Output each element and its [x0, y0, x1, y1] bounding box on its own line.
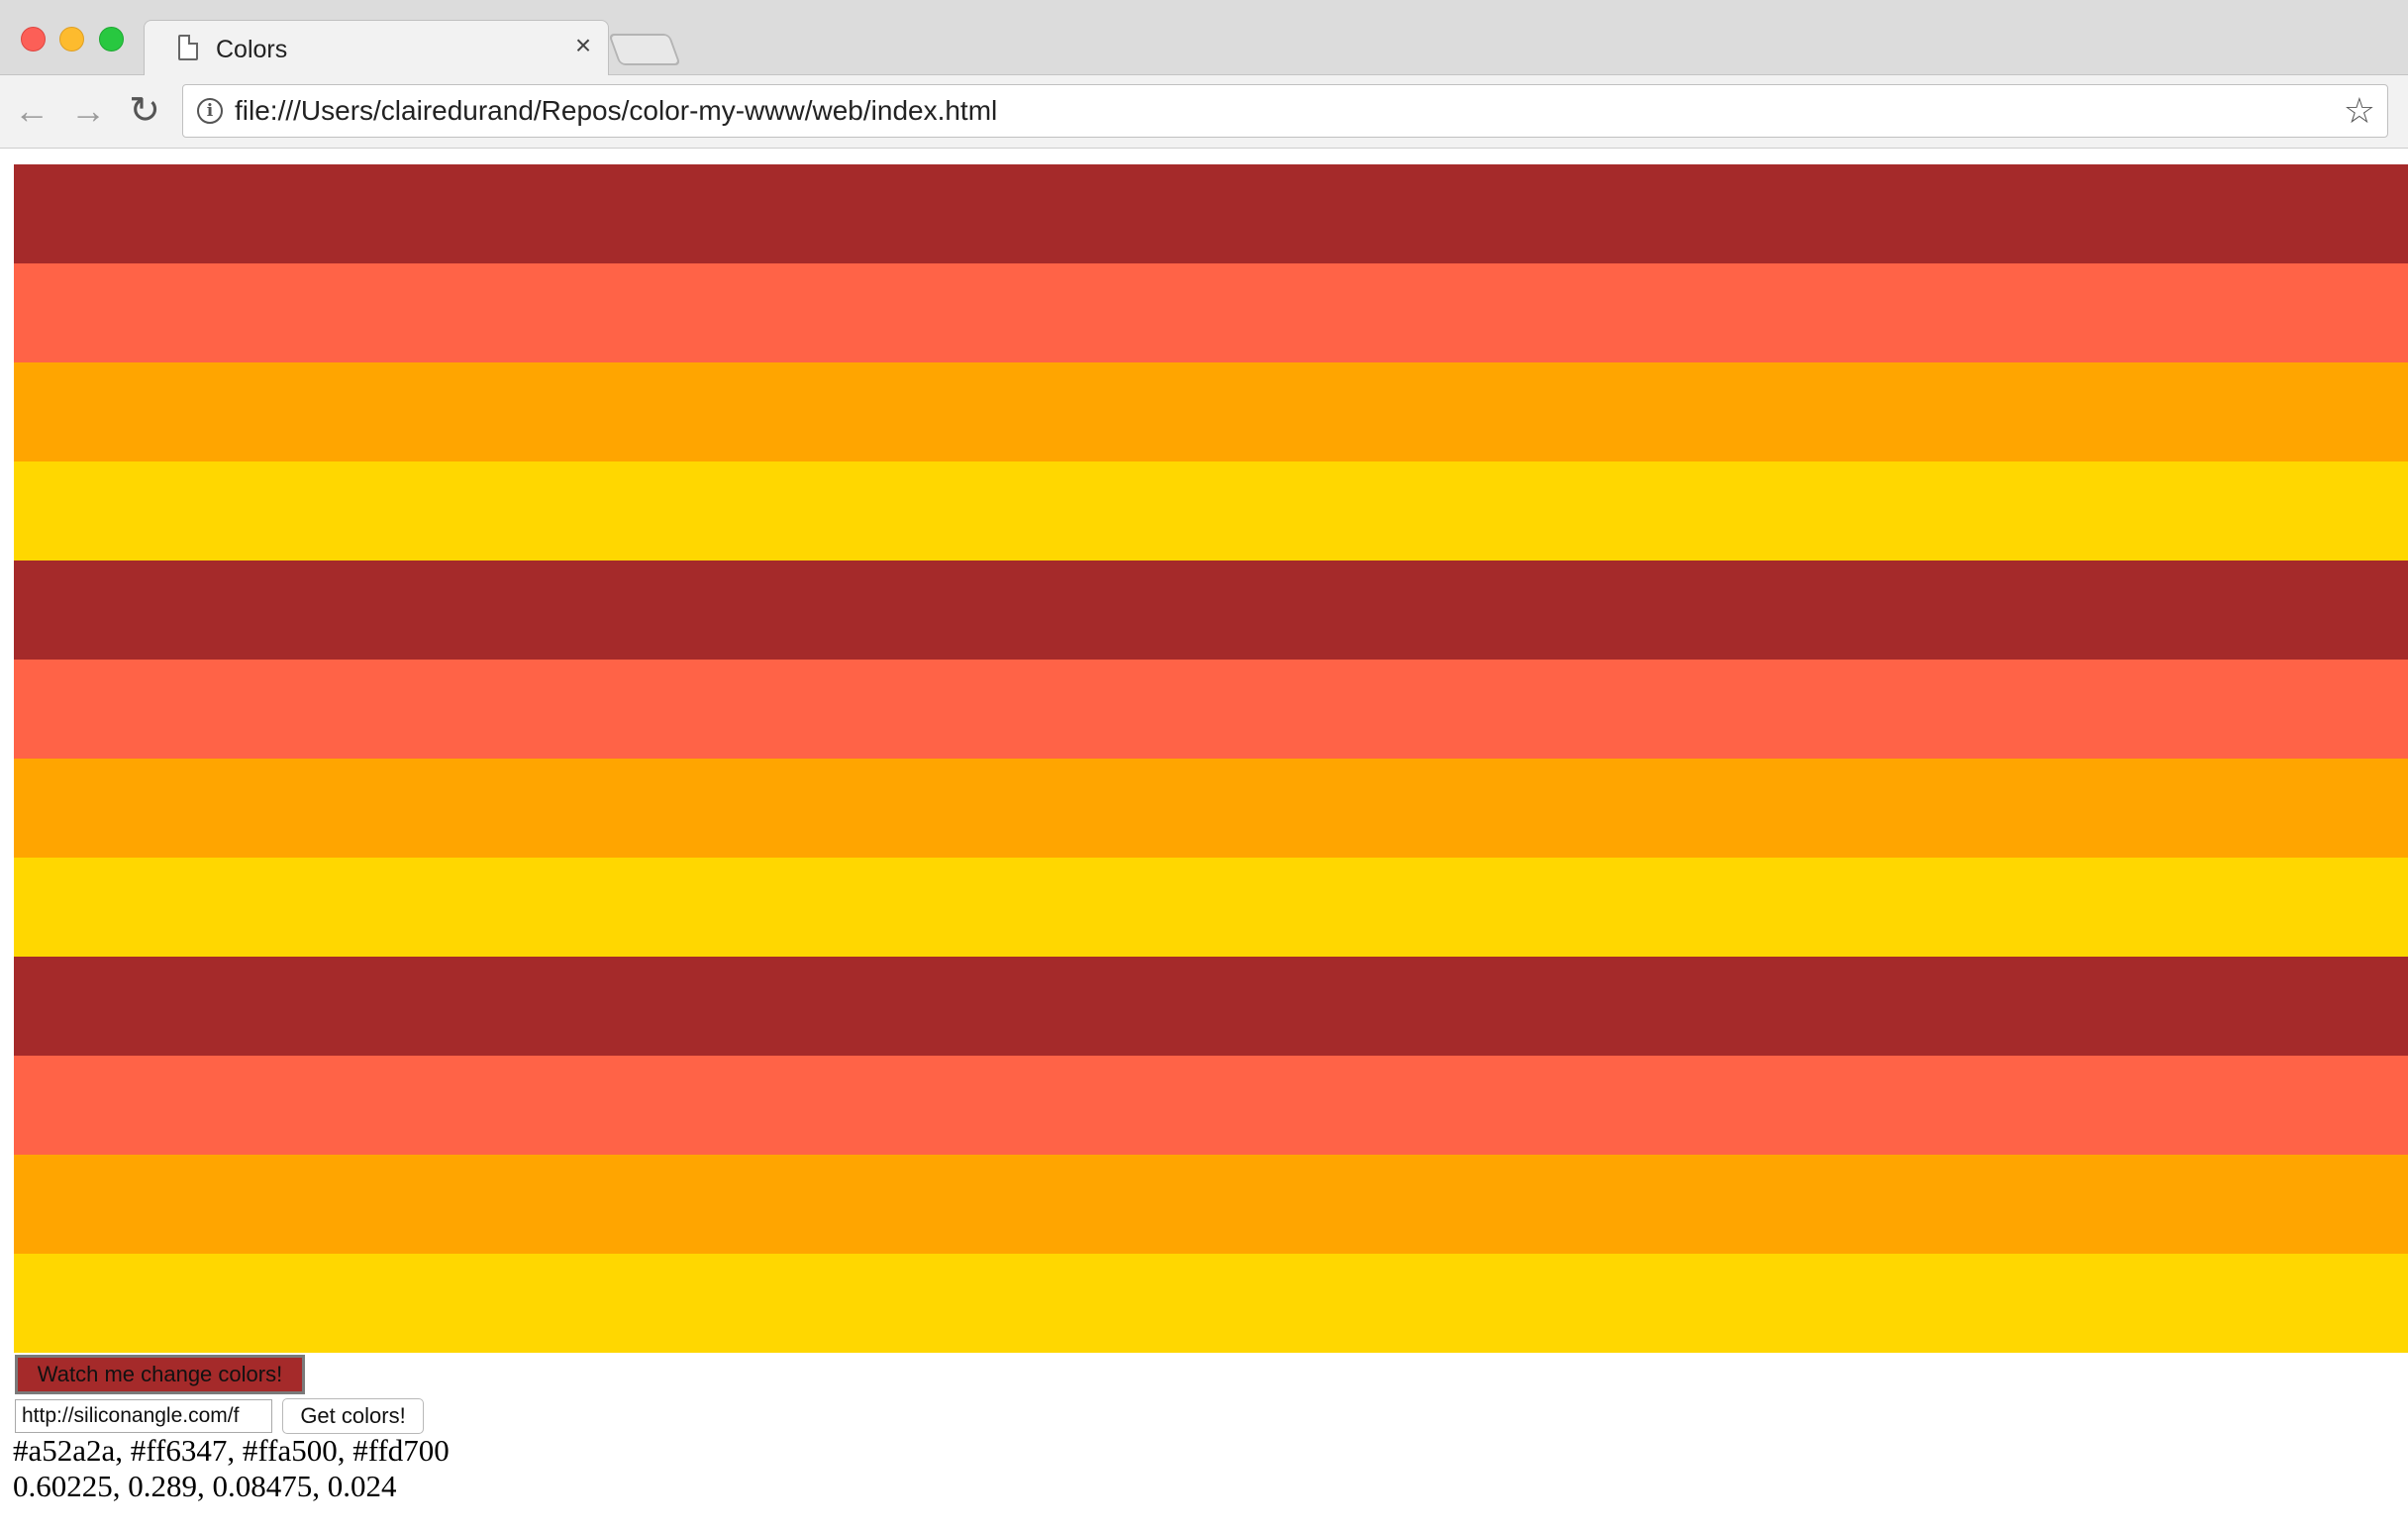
color-stripe [14, 362, 2408, 461]
watch-me-change-colors-button[interactable]: Watch me change colors! [15, 1355, 305, 1394]
address-bar[interactable]: i file:///Users/clairedurand/Repos/color… [182, 84, 2388, 138]
back-arrow-icon[interactable]: ← [10, 89, 53, 133]
bookmark-star-icon[interactable]: ☆ [2344, 91, 2375, 131]
get-colors-button[interactable]: Get colors! [282, 1398, 424, 1434]
color-stripe [14, 660, 2408, 759]
hex-colors-output: #a52a2a, #ff6347, #ffa500, #ffd700 [13, 1433, 450, 1468]
address-bar-url[interactable]: file:///Users/clairedurand/Repos/color-m… [235, 95, 997, 127]
color-stripe [14, 461, 2408, 561]
color-stripe [14, 957, 2408, 1056]
color-stripe [14, 1155, 2408, 1254]
browser-tab[interactable]: Colors × [144, 20, 609, 76]
page-viewport: Watch me change colors! Get colors! #a52… [0, 150, 2408, 1531]
color-stripe [14, 561, 2408, 660]
color-stripe [14, 164, 2408, 263]
browser-toolbar: ← → ↻ i file:///Users/clairedurand/Repos… [0, 75, 2408, 149]
color-values-output: 0.60225, 0.289, 0.08475, 0.024 [13, 1469, 397, 1503]
info-icon[interactable]: i [197, 98, 223, 124]
color-stripe [14, 759, 2408, 858]
tab-title: Colors [216, 36, 288, 63]
forward-arrow-icon[interactable]: → [66, 89, 110, 133]
reload-icon[interactable]: ↻ [123, 89, 166, 133]
color-stripe [14, 1056, 2408, 1155]
document-icon [178, 35, 198, 60]
minimize-window-button[interactable] [59, 27, 84, 51]
color-stripe [14, 263, 2408, 362]
color-stripe [14, 858, 2408, 957]
browser-tab-bar: Colors × [0, 0, 2408, 76]
color-stripes [14, 164, 2408, 1353]
new-tab-button[interactable] [608, 34, 681, 65]
close-tab-icon[interactable]: × [568, 31, 598, 60]
url-input[interactable] [15, 1399, 272, 1433]
color-stripe [14, 1254, 2408, 1353]
close-window-button[interactable] [21, 27, 46, 51]
zoom-window-button[interactable] [99, 27, 124, 51]
